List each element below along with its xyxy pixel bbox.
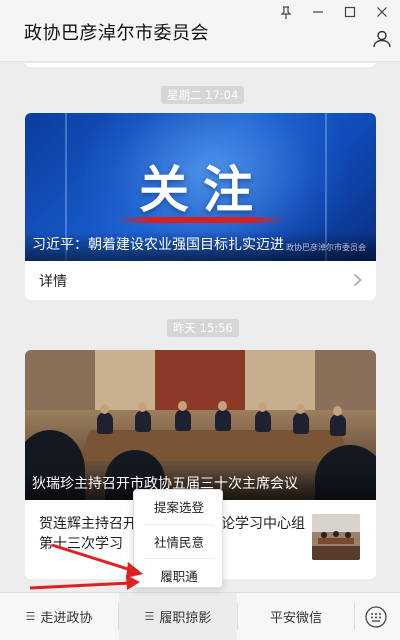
keyboard-icon[interactable]	[364, 605, 388, 629]
submenu-popup: 提案选登 社情民意 履职通	[133, 489, 223, 588]
meeting-photo[interactable]: 狄瑞珍主持召开市政协五届三十次主席会议	[25, 350, 376, 500]
tab-about-cppcc[interactable]: ☰ 走进政协	[0, 593, 118, 640]
timestamp: 星期二 17:04	[161, 86, 245, 104]
tab-label: 履职掠影	[159, 611, 212, 626]
menu-item-duty-performance[interactable]: 履职通	[134, 560, 224, 593]
menu-item-public-opinion[interactable]: 社情民意	[134, 526, 224, 559]
title-bar: 政协巴彦淖尔市委员会	[0, 0, 400, 62]
timestamp: 昨天 15:56	[167, 319, 239, 337]
tab-label: 平安微信	[269, 611, 322, 626]
pin-icon[interactable]	[274, 2, 298, 22]
close-icon[interactable]	[370, 2, 394, 22]
previous-card	[25, 63, 376, 67]
menu-item-proposals[interactable]: 提案选登	[134, 491, 224, 524]
chevron-right-icon	[353, 273, 362, 291]
tab-divider	[354, 603, 355, 630]
details-label: 详情	[39, 273, 67, 290]
banner-headline: 关注	[139, 161, 267, 219]
menu-divider	[144, 524, 214, 525]
menu-lines-icon: ☰	[144, 610, 155, 623]
page-title: 政协巴彦淖尔市委员会	[24, 23, 209, 44]
article-card[interactable]: 关注 习近平：朝着建设农业强国目标扎实迈进 政协巴彦淖尔市委员会 详情	[25, 113, 376, 300]
bottom-menu-bar: ☰ 走进政协 ☰ 履职掠影 平安微信	[0, 592, 400, 640]
menu-divider	[144, 558, 214, 559]
sub-article-thumbnail	[312, 514, 360, 560]
menu-lines-icon: ☰	[25, 610, 36, 623]
minimize-icon[interactable]	[306, 2, 330, 22]
tab-duty-snapshots[interactable]: ☰ 履职掠影	[119, 593, 237, 640]
maximize-icon[interactable]	[338, 2, 362, 22]
tab-safety-wechat[interactable]: 平安微信	[238, 593, 354, 640]
details-link[interactable]: 详情	[25, 261, 376, 300]
tab-label: 走进政协	[40, 611, 93, 626]
article-banner[interactable]: 关注 习近平：朝着建设农业强国目标扎实迈进 政协巴彦淖尔市委员会	[25, 113, 376, 261]
profile-icon[interactable]	[372, 29, 392, 49]
article-source: 政协巴彦淖尔市委员会	[286, 243, 366, 252]
